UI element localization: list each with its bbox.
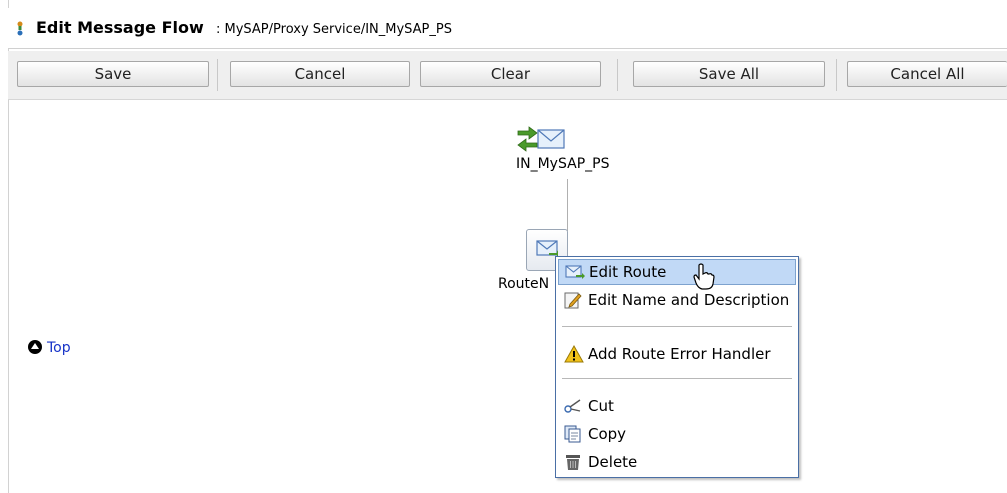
edit-route-icon [565, 265, 585, 279]
proxy-service-icon[interactable] [515, 122, 569, 154]
toolbar-separator [836, 59, 837, 91]
menu-item-label: Delete [588, 453, 638, 471]
clear-button[interactable]: Clear [420, 61, 601, 87]
menu-item-label: Edit Name and Description [588, 291, 790, 309]
menu-item-label: Copy [588, 425, 627, 443]
cancel-all-button[interactable]: Cancel All [847, 61, 1007, 87]
menu-item-edit-route[interactable]: Edit Route [558, 259, 796, 290]
cancel-button[interactable]: Cancel [230, 61, 410, 87]
top-link-label[interactable]: Top [47, 340, 71, 356]
menu-item-copy[interactable]: Copy [558, 421, 796, 447]
copy-icon [564, 425, 581, 443]
toolbar-separator [617, 59, 618, 91]
menu-item-label: Add Route Error Handler [588, 345, 771, 363]
page-title: Edit Message Flow [36, 18, 204, 37]
menu-item-label: Cut [588, 397, 614, 415]
toolbar-separator [217, 59, 218, 91]
menu-item-delete[interactable]: Delete [558, 449, 796, 475]
top-link[interactable]: Top [28, 340, 71, 356]
up-arrow-icon [28, 340, 42, 354]
context-menu: Edit Route Edit Name and Description Add… [555, 256, 799, 478]
warning-icon [564, 345, 584, 363]
trash-icon [566, 455, 580, 470]
menu-separator [562, 378, 792, 379]
menu-separator [562, 326, 792, 327]
breadcrumb-path: : MySAP/Proxy Service/IN_MySAP_PS [216, 22, 452, 37]
save-button[interactable]: Save [17, 61, 209, 87]
flow-connector [567, 179, 568, 231]
scissors-icon [564, 399, 581, 413]
menu-item-edit-name[interactable]: Edit Name and Description [558, 287, 796, 313]
menu-item-label: Edit Route [589, 263, 667, 281]
route-node-label[interactable]: RouteN [498, 276, 549, 292]
message-flow-icon [17, 21, 23, 36]
proxy-node-label[interactable]: IN_MySAP_PS [516, 156, 609, 172]
save-all-button[interactable]: Save All [633, 61, 825, 87]
edit-name-icon [564, 292, 582, 309]
menu-item-cut[interactable]: Cut [558, 393, 796, 419]
menu-item-add-error-handler[interactable]: Add Route Error Handler [558, 341, 796, 367]
toolbar: Save Cancel Clear Save All Cancel All [8, 51, 1007, 100]
